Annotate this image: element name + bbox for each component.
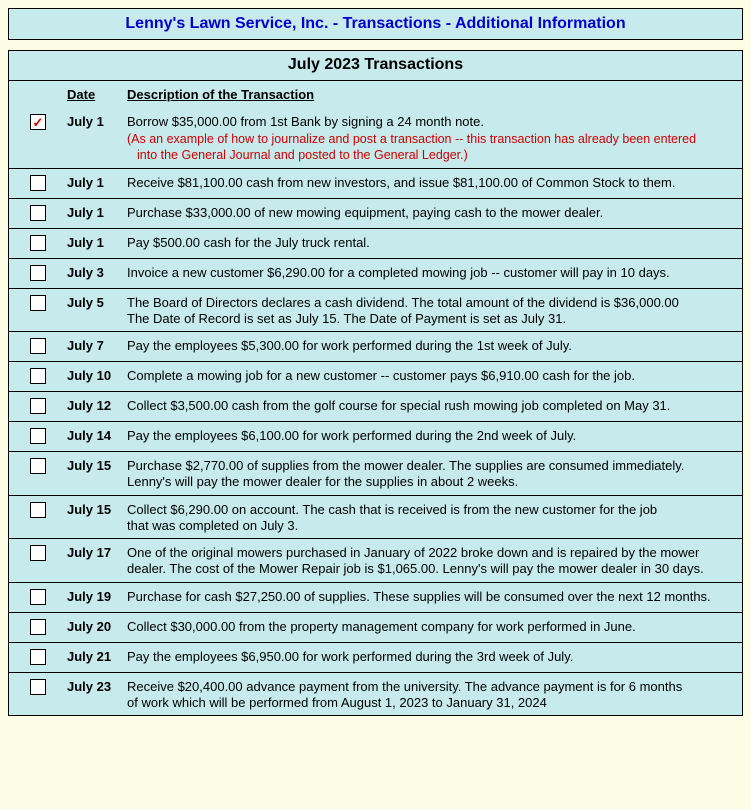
- transaction-row: July 1Pay $500.00 cash for the July truc…: [9, 229, 742, 259]
- transaction-row: ✓ July 1Borrow $35,000.00 from 1st Bank b…: [9, 108, 742, 169]
- transaction-date: July 15: [67, 500, 127, 517]
- transaction-date: July 23: [67, 677, 127, 694]
- transaction-description: Invoice a new customer $6,290.00 for a c…: [127, 263, 742, 281]
- transaction-description: Purchase $2,770.00 of supplies from the …: [127, 456, 742, 491]
- transaction-description: The Board of Directors declares a cash d…: [127, 293, 742, 328]
- checkbox[interactable]: [30, 338, 46, 354]
- transaction-row: July 17One of the original mowers purcha…: [9, 539, 742, 583]
- checkbox[interactable]: [30, 265, 46, 281]
- transaction-row: July 1Purchase $33,000.00 of new mowing …: [9, 199, 742, 229]
- checkbox[interactable]: [30, 545, 46, 561]
- transaction-row: July 20Collect $30,000.00 from the prope…: [9, 613, 742, 643]
- transaction-description: Complete a mowing job for a new customer…: [127, 366, 742, 384]
- transaction-description: Pay the employees $5,300.00 for work per…: [127, 336, 742, 354]
- transaction-date: July 20: [67, 617, 127, 634]
- checkbox[interactable]: [30, 428, 46, 444]
- transaction-row: July 12Collect $3,500.00 cash from the g…: [9, 392, 742, 422]
- transactions-box: July 2023 Transactions Date Description …: [8, 50, 743, 716]
- transaction-description: Collect $6,290.00 on account. The cash t…: [127, 500, 742, 535]
- transaction-description: Pay the employees $6,100.00 for work per…: [127, 426, 742, 444]
- transaction-date: July 17: [67, 543, 127, 560]
- header-desc: Description of the Transaction: [127, 87, 742, 102]
- transaction-date: July 1: [67, 233, 127, 250]
- transaction-row: July 3Invoice a new customer $6,290.00 f…: [9, 259, 742, 289]
- transaction-row: July 5The Board of Directors declares a …: [9, 289, 742, 333]
- checkbox[interactable]: ✓: [30, 114, 46, 130]
- transaction-date: July 12: [67, 396, 127, 413]
- transaction-row: July 1Receive $81,100.00 cash from new i…: [9, 169, 742, 199]
- transaction-description: Receive $20,400.00 advance payment from …: [127, 677, 742, 712]
- transaction-date: July 3: [67, 263, 127, 280]
- checkbox[interactable]: [30, 458, 46, 474]
- transaction-row: July 23Receive $20,400.00 advance paymen…: [9, 673, 742, 716]
- checkbox[interactable]: [30, 235, 46, 251]
- transaction-date: July 5: [67, 293, 127, 310]
- checkbox[interactable]: [30, 502, 46, 518]
- transaction-description: One of the original mowers purchased in …: [127, 543, 742, 578]
- checkbox[interactable]: [30, 679, 46, 695]
- transaction-date: July 14: [67, 426, 127, 443]
- transaction-description: Pay the employees $6,950.00 for work per…: [127, 647, 742, 665]
- transaction-description: Collect $3,500.00 cash from the golf cou…: [127, 396, 742, 414]
- transaction-description: Pay $500.00 cash for the July truck rent…: [127, 233, 742, 251]
- transaction-row: July 15Collect $6,290.00 on account. The…: [9, 496, 742, 540]
- transaction-date: July 19: [67, 587, 127, 604]
- transaction-date: July 1: [67, 173, 127, 190]
- column-headers: Date Description of the Transaction: [9, 81, 742, 108]
- checkbox[interactable]: [30, 205, 46, 221]
- transaction-date: July 21: [67, 647, 127, 664]
- section-title: July 2023 Transactions: [9, 51, 742, 81]
- transaction-row: July 14Pay the employees $6,100.00 for w…: [9, 422, 742, 452]
- checkbox[interactable]: [30, 398, 46, 414]
- transaction-row: July 10Complete a mowing job for a new c…: [9, 362, 742, 392]
- transaction-date: July 1: [67, 112, 127, 129]
- transaction-date: July 7: [67, 336, 127, 353]
- checkbox[interactable]: [30, 175, 46, 191]
- transaction-date: July 15: [67, 456, 127, 473]
- transaction-description: Purchase $33,000.00 of new mowing equipm…: [127, 203, 742, 221]
- checkbox[interactable]: [30, 368, 46, 384]
- transactions-list: ✓July 1Borrow $35,000.00 from 1st Bank b…: [9, 108, 742, 715]
- transaction-date: July 10: [67, 366, 127, 383]
- example-note: (As an example of how to journalize and …: [127, 132, 736, 163]
- checkbox[interactable]: [30, 619, 46, 635]
- checkbox[interactable]: [30, 649, 46, 665]
- page-title: Lenny's Lawn Service, Inc. - Transaction…: [8, 8, 743, 40]
- transaction-row: July 19Purchase for cash $27,250.00 of s…: [9, 583, 742, 613]
- transaction-row: July 7Pay the employees $5,300.00 for wo…: [9, 332, 742, 362]
- transaction-row: July 21Pay the employees $6,950.00 for w…: [9, 643, 742, 673]
- transaction-description: Collect $30,000.00 from the property man…: [127, 617, 742, 635]
- transaction-description: Purchase for cash $27,250.00 of supplies…: [127, 587, 742, 605]
- header-date: Date: [67, 87, 127, 102]
- transaction-description: Receive $81,100.00 cash from new investo…: [127, 173, 742, 191]
- checkbox[interactable]: [30, 589, 46, 605]
- transaction-row: July 15Purchase $2,770.00 of supplies fr…: [9, 452, 742, 496]
- transaction-date: July 1: [67, 203, 127, 220]
- checkbox[interactable]: [30, 295, 46, 311]
- transaction-description: Borrow $35,000.00 from 1st Bank by signi…: [127, 112, 742, 164]
